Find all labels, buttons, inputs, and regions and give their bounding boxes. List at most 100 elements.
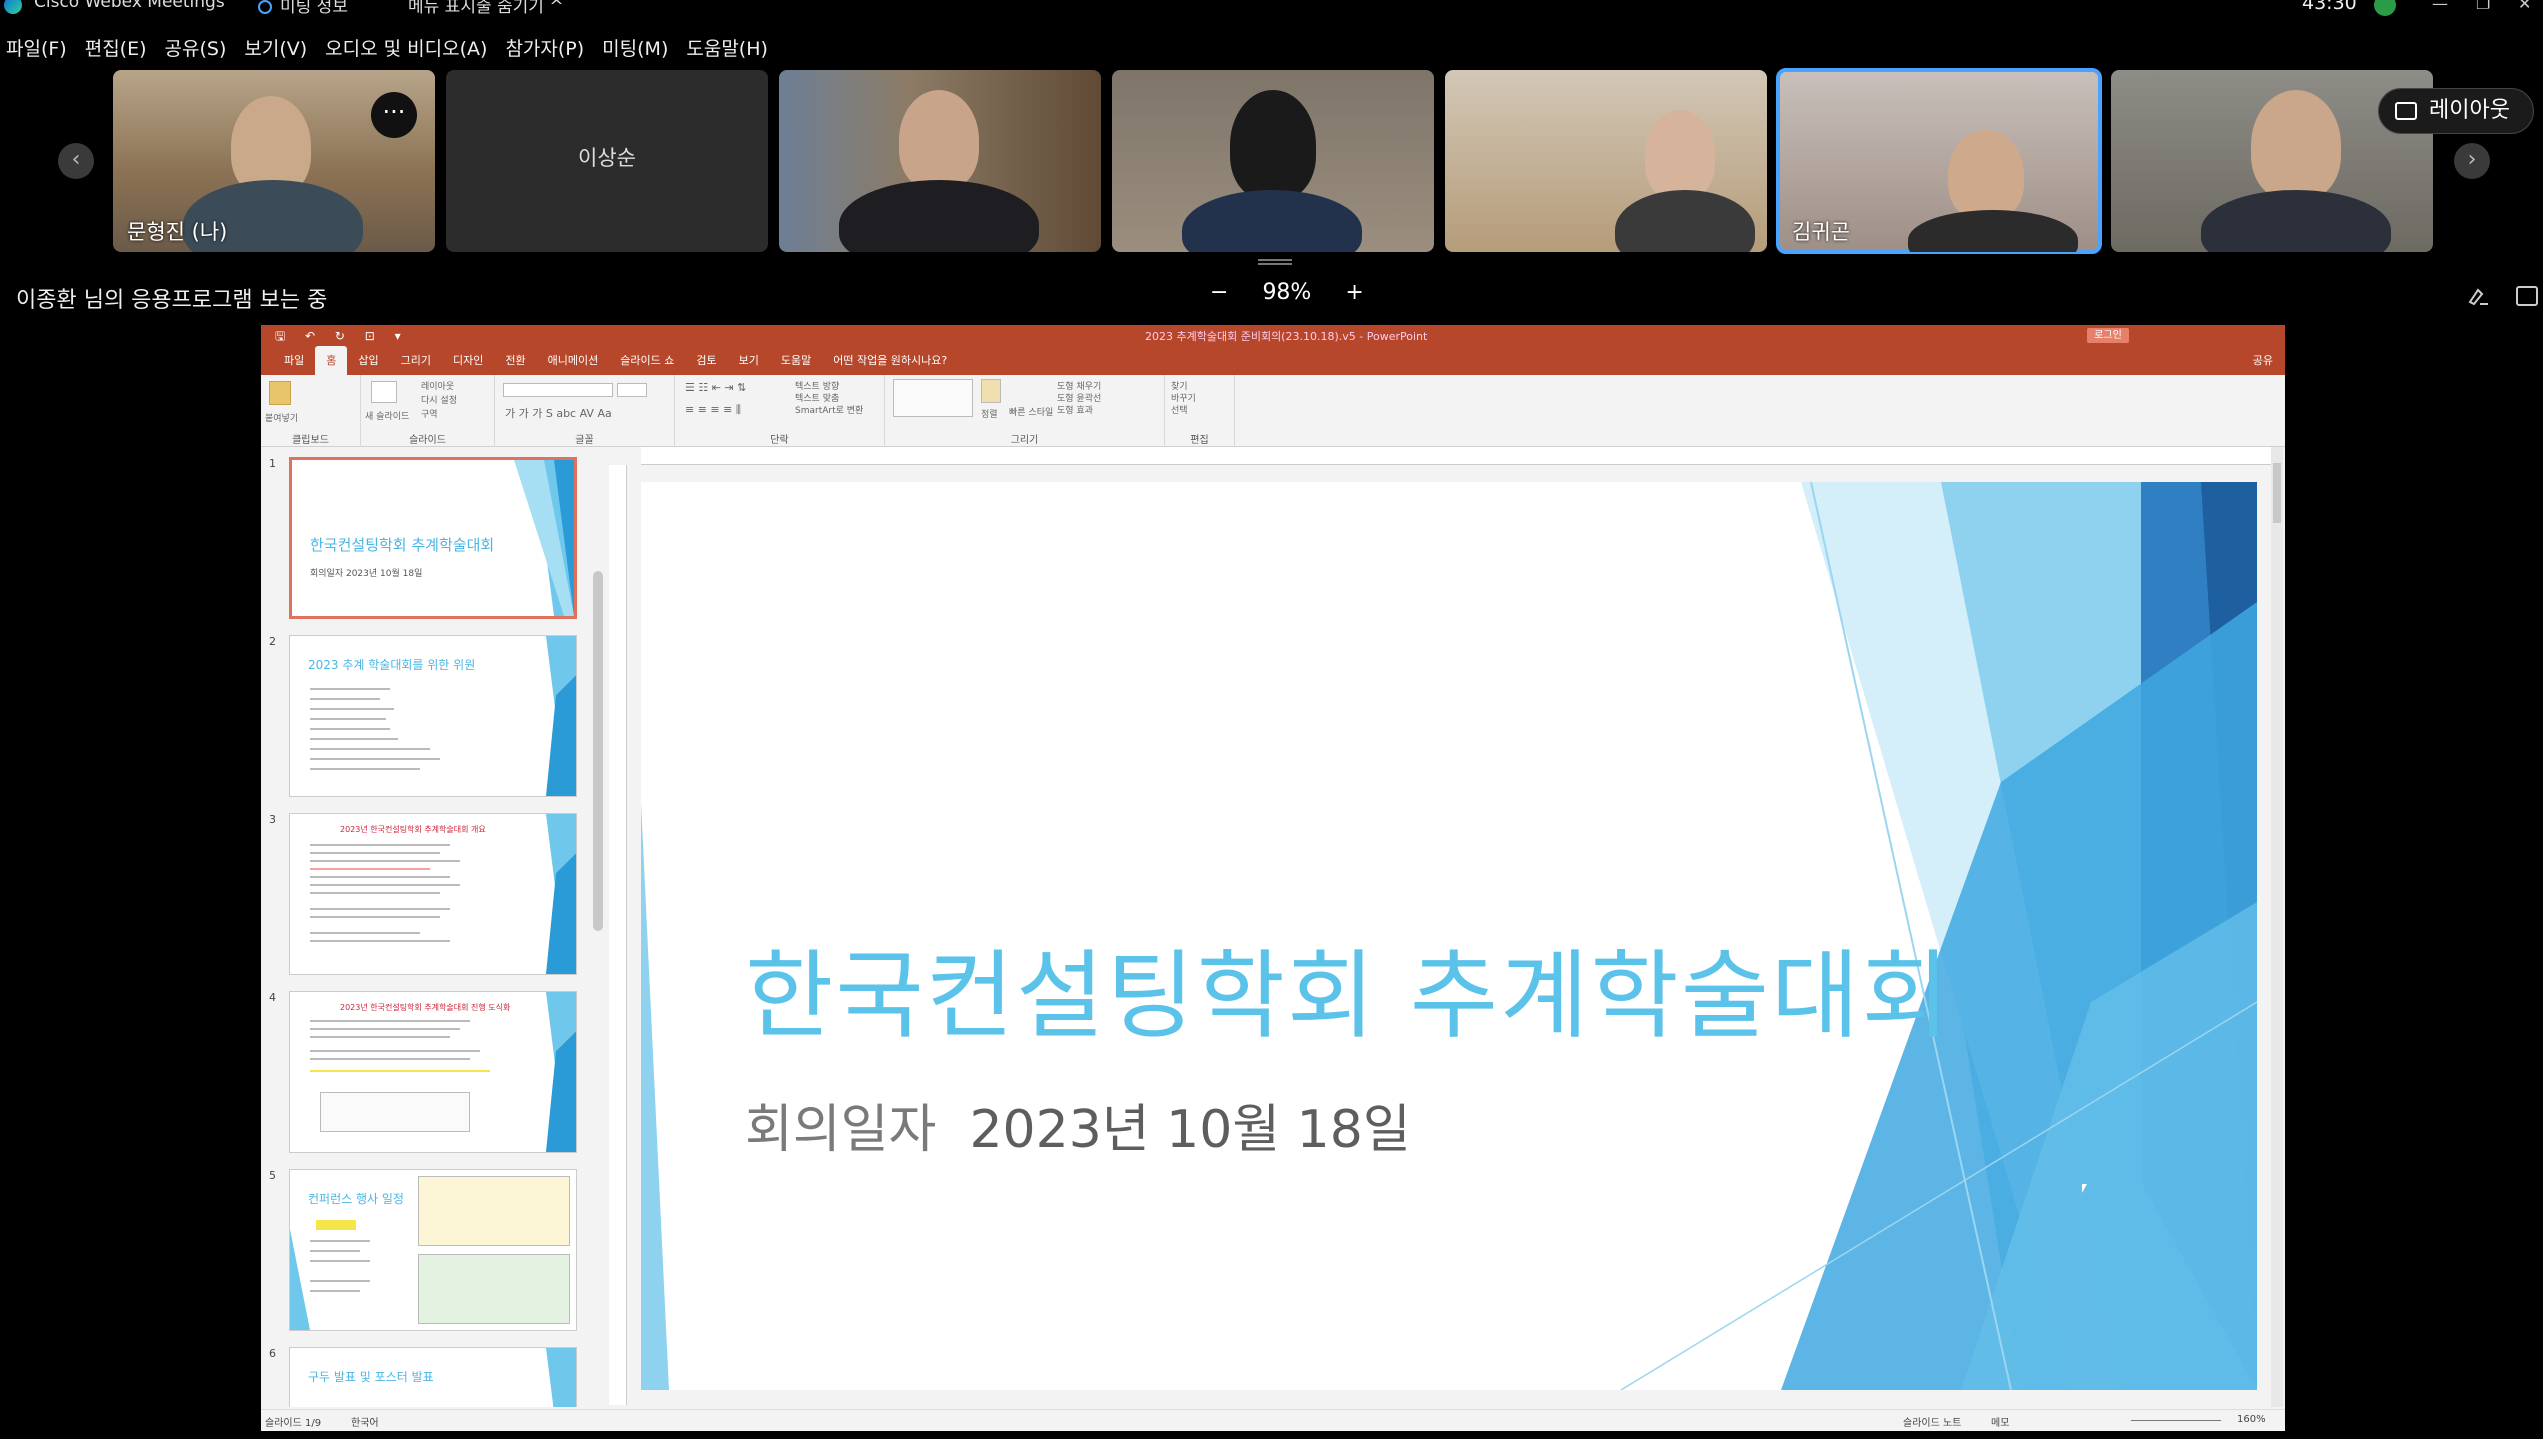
ppt-tab-animations[interactable]: 애니메이션 bbox=[537, 352, 610, 375]
video-tile-avatar[interactable]: 이상순 bbox=[446, 70, 768, 252]
notes-button[interactable]: 슬라이드 노트 bbox=[1903, 1414, 1961, 1429]
language-indicator[interactable]: 한국어 bbox=[351, 1414, 379, 1429]
new-slide-icon[interactable] bbox=[371, 381, 397, 403]
annotate-icon[interactable] bbox=[2468, 286, 2490, 306]
scrollbar-thumb[interactable] bbox=[2273, 463, 2281, 523]
ppt-tab-insert[interactable]: 삽입 bbox=[347, 352, 389, 375]
ppt-tell-me-search[interactable]: 어떤 작업을 원하시나요? bbox=[822, 352, 958, 375]
participant-video bbox=[2251, 90, 2341, 200]
select-button[interactable]: 선택 bbox=[1171, 403, 1188, 416]
ppt-tab-draw[interactable]: 그리기 bbox=[390, 352, 442, 375]
slide-thumbnail-5[interactable]: 컨퍼런스 행사 일정 bbox=[289, 1169, 577, 1331]
participant-body bbox=[839, 180, 1039, 252]
reset-button[interactable]: 다시 설정 bbox=[421, 393, 457, 406]
close-icon[interactable]: ✕ bbox=[2518, 0, 2531, 13]
resize-handle[interactable] bbox=[1258, 259, 1292, 265]
ppt-ribbon-tabs: 파일 홈 삽입 그리기 디자인 전환 애니메이션 슬라이드 쇼 검토 보기 도움… bbox=[261, 346, 2285, 375]
arrange-icon[interactable] bbox=[981, 379, 1001, 403]
thumbnail-table bbox=[418, 1176, 570, 1246]
thumbnail-title: 한국컨설팅학회 추계학술대회 bbox=[310, 536, 495, 554]
video-tile-3[interactable] bbox=[779, 70, 1101, 252]
video-tile-self[interactable]: ··· 문형진 (나) bbox=[113, 70, 435, 252]
menu-meeting[interactable]: 미팅(M) bbox=[596, 30, 680, 64]
menu-file[interactable]: 파일(F) bbox=[0, 30, 79, 64]
font-format-buttons[interactable]: 가 가 가 S abc AV Aa bbox=[505, 405, 612, 421]
layout-dropdown[interactable]: 레이아웃 bbox=[421, 379, 454, 392]
quick-access-toolbar[interactable]: 🖫 ↶ ↻ ⊡ ▾ bbox=[275, 327, 409, 348]
ppt-tab-design[interactable]: 디자인 bbox=[442, 352, 494, 375]
horizontal-ruler bbox=[641, 447, 2277, 465]
menu-edit[interactable]: 편집(E) bbox=[79, 30, 159, 64]
slide-thumbnail-2[interactable]: 2023 추계 학술대회를 위한 위원 bbox=[289, 635, 577, 797]
text-line bbox=[310, 1050, 480, 1052]
text-line bbox=[310, 940, 450, 942]
comments-button[interactable]: 메모 bbox=[1991, 1414, 2009, 1429]
ribbon-group-font: 가 가 가 S abc AV Aa 글꼴 bbox=[495, 375, 675, 447]
zoom-in-button[interactable]: + bbox=[1345, 280, 1363, 305]
ppt-tab-home[interactable]: 홈 bbox=[315, 346, 348, 375]
font-name-select[interactable] bbox=[503, 383, 613, 397]
participant-video bbox=[1645, 110, 1715, 200]
video-tile-4[interactable] bbox=[1112, 70, 1434, 252]
ppt-tab-view[interactable]: 보기 bbox=[728, 352, 770, 375]
ppt-signin-button[interactable]: 로그인 bbox=[2087, 328, 2129, 343]
section-dropdown[interactable]: 구역 bbox=[421, 407, 438, 420]
hide-menu-bar-button[interactable]: 메뉴 표시줄 숨기기 ^ bbox=[408, 0, 564, 17]
new-slide-button[interactable]: 새 슬라이드 bbox=[365, 409, 409, 422]
zoom-level[interactable]: 98% bbox=[1262, 280, 1311, 305]
quick-styles-button[interactable]: 빠른 스타일 bbox=[1009, 405, 1053, 418]
filmstrip-next-button[interactable]: › bbox=[2454, 143, 2490, 179]
ppt-tab-slideshow[interactable]: 슬라이드 쇼 bbox=[609, 352, 685, 375]
layout-icon bbox=[2395, 102, 2417, 120]
font-size-select[interactable] bbox=[617, 383, 647, 397]
menu-help[interactable]: 도움말(H) bbox=[680, 30, 780, 64]
text-line bbox=[310, 884, 460, 886]
filmstrip-prev-button[interactable]: ‹ bbox=[58, 143, 94, 179]
restore-icon[interactable]: ❐ bbox=[2476, 0, 2490, 13]
slide-title[interactable]: 한국컨설팅학회 추계학술대회 bbox=[745, 918, 1952, 1057]
text-line bbox=[310, 1070, 490, 1072]
video-tile-5[interactable] bbox=[1445, 70, 1767, 252]
menu-participants[interactable]: 참가자(P) bbox=[499, 30, 596, 64]
zoom-out-button[interactable]: − bbox=[1210, 280, 1228, 305]
paste-button[interactable]: 붙여넣기 bbox=[265, 411, 298, 424]
list-buttons[interactable]: ☰ ☷ ⇤ ⇥ ⇅ bbox=[685, 381, 746, 394]
thumbnail-title: 2023년 한국컨설팅학회 추계학술대회 개요 bbox=[340, 825, 486, 834]
slide-thumbnail-4[interactable]: 2023년 한국컨설팅학회 추계학술대회 진행 도식화 bbox=[289, 991, 577, 1153]
paste-icon[interactable] bbox=[269, 381, 291, 405]
slide-thumbnail-6[interactable]: 구두 발표 및 포스터 발표 bbox=[289, 1347, 577, 1407]
slide-thumbnail-3[interactable]: 2023년 한국컨설팅학회 추계학술대회 개요 bbox=[289, 813, 577, 975]
align-buttons[interactable]: ≡ ≡ ≡ ≡ ⫼ bbox=[685, 403, 741, 417]
slide-thumbnail-1[interactable]: 한국컨설팅학회 추계학술대회 회의일자 2023년 10월 18일 bbox=[289, 457, 577, 619]
text-line bbox=[310, 738, 398, 740]
zoom-slider[interactable] bbox=[2131, 1420, 2221, 1421]
menu-share[interactable]: 공유(S) bbox=[159, 30, 239, 64]
ppt-share-button[interactable]: 공유 bbox=[2253, 352, 2273, 368]
group-label: 글꼴 bbox=[575, 435, 594, 446]
thumbnail-table bbox=[320, 1092, 470, 1132]
shape-effects-button[interactable]: 도형 효과 bbox=[1057, 403, 1093, 416]
menu-audio-video[interactable]: 오디오 및 비디오(A) bbox=[319, 30, 499, 64]
more-options-button[interactable]: ··· bbox=[371, 92, 417, 138]
slide-scrollbar[interactable] bbox=[2271, 447, 2283, 1407]
minimize-icon[interactable]: — bbox=[2432, 0, 2448, 13]
slide-canvas[interactable]: 한국컨설팅학회 추계학술대회 회의일자 2023년 10월 18일 bbox=[641, 482, 2257, 1390]
remote-control-icon[interactable] bbox=[2516, 286, 2538, 306]
ppt-zoom-level[interactable]: 160% bbox=[2237, 1414, 2266, 1425]
ppt-tab-transitions[interactable]: 전환 bbox=[494, 352, 536, 375]
ppt-tab-review[interactable]: 검토 bbox=[685, 352, 727, 375]
ppt-ribbon: 붙여넣기 클립보드 새 슬라이드 레이아웃 다시 설정 구역 슬라이드 가 가 … bbox=[261, 375, 2285, 447]
layout-button[interactable]: 레이아웃 bbox=[2378, 88, 2534, 134]
menu-view[interactable]: 보기(V) bbox=[238, 30, 319, 64]
thumbnail-scrollbar[interactable] bbox=[593, 571, 603, 931]
arrange-button[interactable]: 정렬 bbox=[981, 407, 998, 420]
smartart-button[interactable]: SmartArt로 변환 bbox=[795, 403, 863, 416]
meeting-info-button[interactable]: 미팅 정보 bbox=[258, 0, 348, 17]
video-tile-active-speaker[interactable]: 김귀곤 bbox=[1776, 68, 2102, 254]
participant-body bbox=[1908, 210, 2078, 252]
slide-decoration bbox=[546, 992, 576, 1152]
shapes-gallery[interactable] bbox=[893, 379, 973, 417]
ppt-tab-help[interactable]: 도움말 bbox=[770, 352, 822, 375]
slide-subtitle[interactable]: 회의일자 2023년 10월 18일 bbox=[745, 1087, 1411, 1162]
ppt-tab-file[interactable]: 파일 bbox=[273, 352, 315, 375]
